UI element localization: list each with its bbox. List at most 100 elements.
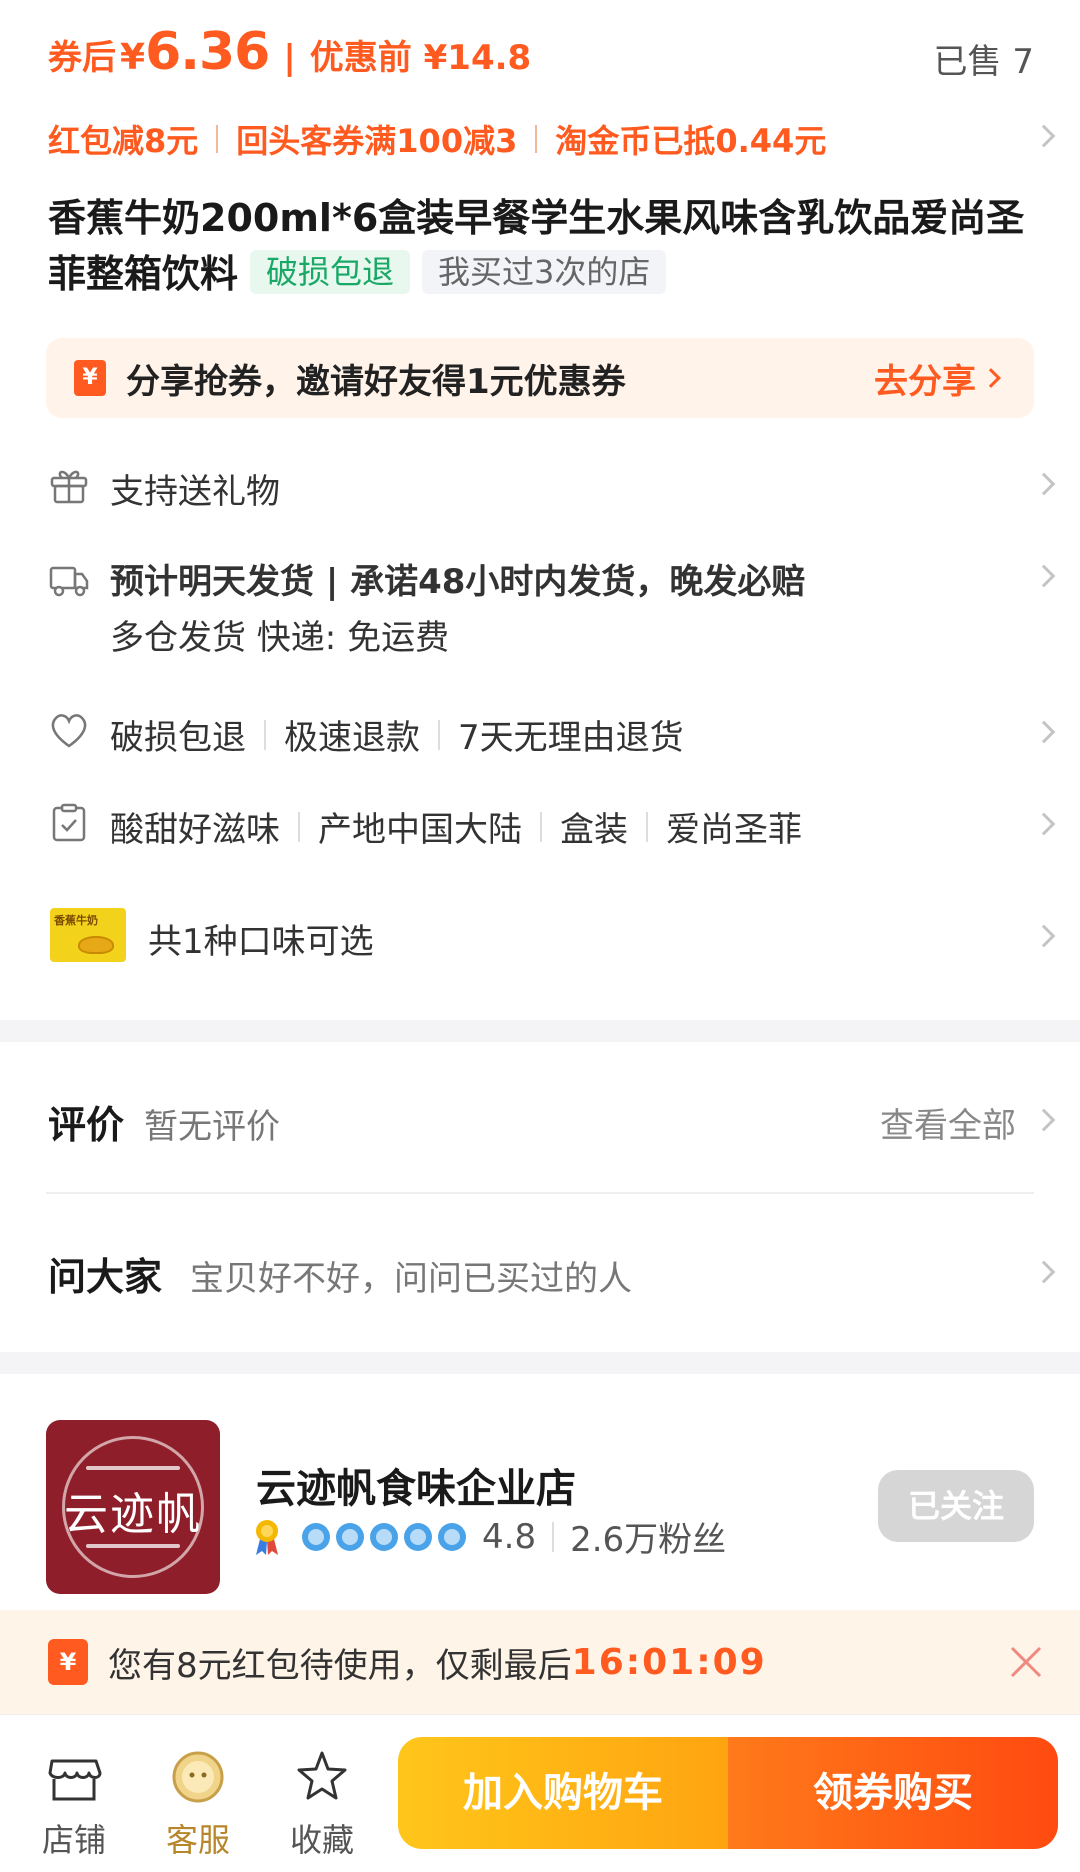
- divider: [298, 811, 300, 842]
- promo-taojinbi: 淘金币已抵0.44元: [555, 122, 827, 160]
- section-gap: [0, 1020, 1080, 1042]
- shop-fans: 2.6万粉丝: [570, 1520, 727, 1560]
- price-separator: |: [283, 38, 296, 78]
- share-text: 分享抢券，邀请好友得1元优惠券: [126, 361, 626, 402]
- divider: [216, 125, 219, 153]
- gift-row[interactable]: 支持送礼物: [0, 456, 1080, 516]
- shipping-row[interactable]: 预计明天发货 | 承诺48小时内发货，晚发必赔 多仓发货 快递: 免运费: [0, 548, 1080, 658]
- crown-icon: [370, 1522, 398, 1551]
- after-coupon-label: 券后: [48, 38, 116, 78]
- currency-symbol: ¥: [120, 37, 146, 78]
- crown-icon: [404, 1522, 432, 1551]
- attributes-list: 酸甜好滋味 产地中国大陆 盒装 爱尚圣菲: [110, 802, 802, 851]
- attribute-item: 爱尚圣菲: [666, 810, 802, 850]
- close-icon[interactable]: [1008, 1644, 1044, 1680]
- flavor-thumbnail: 香蕉牛奶: [50, 908, 126, 962]
- shop-logo[interactable]: 云迹帆: [46, 1420, 220, 1594]
- favorite-label: 收藏: [289, 1821, 354, 1859]
- crown-icon: [302, 1522, 330, 1551]
- view-all-reviews-link[interactable]: 查看全部: [880, 1098, 1016, 1147]
- service-label: 客服: [165, 1821, 230, 1859]
- add-to-cart-button[interactable]: 加入购物车: [398, 1737, 728, 1849]
- product-title: 香蕉牛奶200ml*6盒装早餐学生水果风味含乳饮品爱尚圣菲整箱饮料 破损包退 我买过…: [48, 190, 1038, 302]
- redpack-bar[interactable]: ¥ 您有8元红包待使用，仅剩最后 16:01:09: [0, 1610, 1080, 1714]
- attribute-item: 酸甜好滋味: [110, 810, 280, 850]
- coupon-icon: ¥: [74, 360, 106, 396]
- reviews-header: 评价 暂无评价: [48, 1094, 280, 1149]
- shop-meta: 4.8 2.6万粉丝: [252, 1512, 726, 1561]
- divider: [552, 1521, 555, 1552]
- gift-icon: [50, 470, 88, 504]
- store-nav-button[interactable]: 店铺: [24, 1747, 124, 1861]
- attribute-item: 产地中国大陆: [318, 810, 522, 850]
- medal-icon: [256, 1519, 278, 1555]
- crown-icon: [438, 1522, 466, 1551]
- ask-sub: 宝贝好不好，问问已买过的人: [190, 1259, 633, 1299]
- divider: [535, 125, 538, 153]
- guarantee-row[interactable]: 破损包退 极速退款 7天无理由退货: [0, 702, 1080, 762]
- service-nav-button[interactable]: 客服: [148, 1747, 248, 1861]
- shop-logo-text: 云迹帆: [64, 1489, 202, 1540]
- logo-line: [86, 1466, 180, 1470]
- tag-bought-before: 我买过3次的店: [422, 250, 667, 294]
- shipping-promise: 预计明天发货 | 承诺48小时内发货，晚发必赔: [110, 562, 806, 602]
- divider: [438, 719, 440, 750]
- chevron-right-icon: [1032, 564, 1056, 588]
- promo-redpack: 红包减8元: [48, 122, 199, 160]
- after-coupon-price: 6.36: [145, 22, 270, 82]
- chevron-right-icon: [1032, 1108, 1056, 1132]
- chevron-right-icon: [1032, 924, 1056, 948]
- store-label: 店铺: [41, 1821, 106, 1859]
- flavor-thumbnail-label: 香蕉牛奶: [54, 914, 98, 927]
- follow-button[interactable]: 已关注: [878, 1470, 1034, 1542]
- favorite-nav-button[interactable]: 收藏: [272, 1747, 372, 1861]
- divider: [646, 811, 648, 842]
- logo-line: [86, 1544, 180, 1548]
- clipboard-icon: [52, 803, 86, 842]
- crown-icon: [336, 1522, 364, 1551]
- divider: [264, 719, 266, 750]
- truck-icon: [49, 566, 89, 597]
- tag-damage-return: 破损包退: [250, 250, 411, 294]
- divider: [46, 1192, 1034, 1194]
- heart-icon: [51, 714, 87, 748]
- shipping-details: 多仓发货 快递: 免运费: [110, 618, 450, 658]
- promo-returning-coupon: 回头客券满100减3: [236, 122, 518, 160]
- guarantee-item: 破损包退: [110, 718, 246, 758]
- chevron-right-icon: [1032, 1260, 1056, 1284]
- promo-row[interactable]: 红包减8元 回头客券满100减3 淘金币已抵0.44元: [48, 116, 826, 162]
- star-icon: [297, 1751, 347, 1800]
- original-price: 优惠前 ¥14.8: [309, 38, 532, 78]
- buy-with-coupon-button[interactable]: 领券购买: [728, 1737, 1058, 1849]
- bottom-action-bar: 店铺 客服 收藏 加入购物车 领券购买: [0, 1714, 1080, 1872]
- share-banner[interactable]: ¥ 分享抢券，邀请好友得1元优惠券 去分享: [46, 338, 1034, 418]
- redpack-text: 您有8元红包待使用，仅剩最后: [108, 1645, 572, 1686]
- ask-header: 问大家 宝贝好不好，问问已买过的人: [48, 1246, 632, 1301]
- guarantee-item: 极速退款: [284, 718, 420, 758]
- chevron-right-icon[interactable]: [1032, 124, 1056, 148]
- shop-rating: 4.8: [482, 1516, 537, 1557]
- divider: [540, 811, 542, 842]
- ask-row[interactable]: 问大家 宝贝好不好，问问已买过的人: [0, 1242, 1080, 1302]
- ask-title: 问大家: [48, 1255, 163, 1299]
- guarantee-list: 破损包退 极速退款 7天无理由退货: [110, 710, 684, 759]
- banana-icon: [78, 936, 114, 954]
- price-row: 券后 ¥ 6.36 | 优惠前 ¥14.8: [48, 22, 531, 82]
- reviews-row[interactable]: 评价 暂无评价 查看全部: [0, 1090, 1080, 1150]
- guarantee-item: 7天无理由退货: [458, 718, 684, 758]
- gift-text: 支持送礼物: [110, 472, 280, 512]
- reviews-sub: 暂无评价: [144, 1107, 281, 1147]
- flavor-text: 共1种口味可选: [148, 922, 374, 962]
- customer-service-icon: [172, 1751, 224, 1803]
- share-button[interactable]: 去分享: [874, 354, 976, 403]
- reviews-title: 评价: [48, 1103, 125, 1147]
- chevron-right-icon: [1032, 472, 1056, 496]
- shop-name[interactable]: 云迹帆食味企业店: [256, 1456, 576, 1514]
- redpack-icon: ¥: [48, 1639, 88, 1685]
- attribute-item: 盒装: [560, 810, 628, 850]
- section-gap: [0, 1352, 1080, 1374]
- flavor-row[interactable]: 香蕉牛奶 共1种口味可选: [0, 902, 1080, 972]
- chevron-right-icon: [1032, 720, 1056, 744]
- attributes-row[interactable]: 酸甜好滋味 产地中国大陆 盒装 爱尚圣菲: [0, 794, 1080, 854]
- chevron-right-icon: [981, 368, 1001, 388]
